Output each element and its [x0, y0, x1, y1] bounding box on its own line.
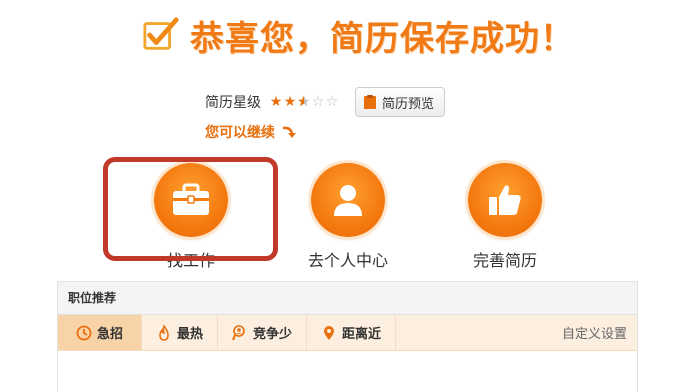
tab-urgent[interactable]: 急招	[58, 315, 142, 350]
resume-rating-row: 简历星级 ★ ★ ★ ☆ ☆ 简历预览	[205, 87, 446, 117]
resume-saved-page: 恭喜您，简历保存成功！ 简历星级 ★ ★ ★ ☆ ☆ 简历预览 您可以继续	[0, 0, 694, 392]
tab-urgent-label: 急招	[96, 327, 123, 342]
clock-icon	[76, 325, 92, 340]
custom-settings-link[interactable]: 自定义设置	[562, 315, 637, 350]
rating-label: 简历星级	[205, 95, 261, 111]
success-banner: 恭喜您，简历保存成功！	[142, 10, 575, 60]
checkbox-check-icon	[143, 17, 179, 50]
thumbs-up-icon	[489, 185, 521, 215]
person-icon	[334, 185, 362, 216]
recommend-tabs: 急招 最热 竞争少 距离近 自定义设置	[58, 315, 637, 351]
resume-preview-label: 简历预览	[382, 96, 435, 112]
continue-prompt: 您可以继续	[205, 122, 297, 142]
personal-center-action[interactable]: 去个人中心	[283, 163, 413, 271]
tab-hottest[interactable]: 最热	[142, 315, 219, 350]
document-icon	[364, 95, 376, 109]
star-half-icon: ★	[297, 95, 311, 109]
personal-center-circle[interactable]	[311, 163, 385, 237]
improve-resume-label: 完善简历	[472, 251, 537, 270]
tab-nearest[interactable]: 距离近	[307, 315, 397, 350]
improve-resume-action[interactable]: 完善简历	[440, 163, 570, 271]
star-full-icon: ★	[283, 94, 297, 110]
panel-title: 职位推荐	[58, 282, 637, 315]
job-recommend-panel: 职位推荐 急招 最热 竞争少 距离近 自定义设置	[57, 281, 638, 392]
location-pin-icon	[324, 325, 335, 340]
curved-arrow-down-icon	[282, 126, 296, 138]
resume-preview-button[interactable]: 简历预览	[355, 87, 446, 117]
star-empty-icon: ☆	[325, 94, 339, 110]
star-rating: ★ ★ ★ ☆ ☆	[269, 95, 339, 109]
tab-hottest-label: 最热	[177, 327, 204, 342]
improve-resume-circle[interactable]	[468, 163, 542, 237]
search-person-icon	[232, 324, 245, 340]
star-full-icon: ★	[269, 94, 283, 110]
personal-center-label: 去个人中心	[307, 251, 388, 270]
continue-text: 您可以继续	[205, 125, 275, 141]
success-title: 恭喜您，简历保存成功！	[190, 18, 575, 59]
flame-icon	[159, 324, 169, 341]
star-empty-icon: ☆	[311, 94, 325, 110]
tab-less-competition[interactable]: 竞争少	[218, 315, 308, 350]
tab-nearest-label: 距离近	[342, 327, 382, 342]
tabs-spacer	[396, 315, 562, 350]
highlight-box	[103, 157, 278, 261]
tab-less-competition-label: 竞争少	[253, 327, 293, 342]
